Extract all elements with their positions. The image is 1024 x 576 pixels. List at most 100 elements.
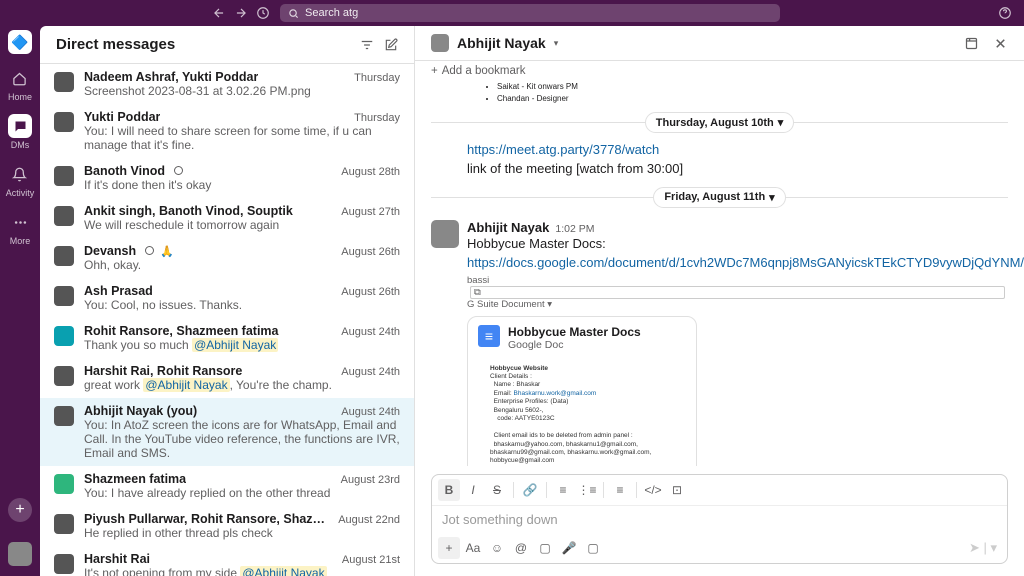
date-divider[interactable]: Thursday, August 10th▾ <box>645 112 795 133</box>
dm-date: August 22nd <box>338 514 400 526</box>
more-icon <box>13 215 28 230</box>
chevron-down-icon[interactable]: ▾ <box>554 38 559 49</box>
dm-name: Nadeem Ashraf, Yukti Poddar <box>84 70 258 84</box>
dm-preview: Ohh, okay. <box>84 258 400 272</box>
dm-date: August 26th <box>341 246 400 258</box>
home-icon <box>12 71 27 86</box>
dm-date: Thursday <box>354 112 400 124</box>
quote-button[interactable]: ≡ <box>609 479 631 501</box>
dm-date: August 27th <box>341 206 400 218</box>
doc-attachment[interactable]: ≡ Hobbycue Master Docs Google Doc Hobbyc… <box>467 316 697 466</box>
dm-item[interactable]: Yukti PoddarThursdayYou: I will need to … <box>40 104 414 158</box>
message-composer[interactable]: B I S 🔗 ≡ ⋮≡ ≡ </> ⊡ Jot something down <box>431 474 1008 564</box>
dm-avatar <box>54 286 74 306</box>
dm-preview: It's not opening from my side @Abhijit N… <box>84 566 400 576</box>
rail-dms[interactable]: DMs <box>8 114 32 150</box>
ol-button[interactable]: ≡ <box>552 479 574 501</box>
dm-name: Harshit Rai <box>84 552 150 566</box>
date-divider[interactable]: Friday, August 11th▾ <box>653 187 785 208</box>
format-button[interactable]: Aa <box>462 537 484 559</box>
ul-button[interactable]: ⋮≡ <box>576 479 598 501</box>
emoji-button[interactable]: ☺ <box>486 537 508 559</box>
dm-avatar <box>54 206 74 226</box>
message-avatar <box>431 220 459 248</box>
conversation-name[interactable]: Abhijit Nayak <box>457 35 546 51</box>
dm-item[interactable]: Ankit singh, Banoth Vinod, Souptik August… <box>40 198 414 238</box>
dm-preview: He replied in other thread pls check <box>84 526 400 540</box>
dm-item[interactable]: Devansh🙏August 26thOhh, okay. <box>40 238 414 278</box>
attach-button[interactable]: + <box>438 537 460 559</box>
dm-date: August 24th <box>341 366 400 378</box>
message-text: Hobbycue Master Docs: https://docs.googl… <box>467 235 1008 273</box>
filter-icon[interactable] <box>360 38 374 52</box>
dm-name: Ankit singh, Banoth Vinod, Souptik <box>84 204 293 218</box>
dm-avatar <box>54 246 74 266</box>
dm-avatar <box>54 406 74 426</box>
user-avatar[interactable] <box>8 542 32 566</box>
dm-item[interactable]: Nadeem Ashraf, Yukti Poddar ThursdayScree… <box>40 64 414 104</box>
video-button[interactable]: ▢ <box>534 537 556 559</box>
dm-avatar <box>54 166 74 186</box>
dm-date: August 24th <box>341 326 400 338</box>
dm-name: Devansh <box>84 244 136 258</box>
codeblock-button[interactable]: ⊡ <box>666 479 688 501</box>
status-dot <box>145 246 154 255</box>
dm-avatar <box>54 366 74 386</box>
dm-name: Harshit Rai, Rohit Ransore <box>84 364 242 378</box>
italic-button[interactable]: I <box>462 479 484 501</box>
dm-name: Rohit Ransore, Shazmeen fatima <box>84 324 279 338</box>
dm-item[interactable]: Rohit Ransore, Shazmeen fatima August 24t… <box>40 318 414 358</box>
dm-name: Banoth Vinod <box>84 164 165 178</box>
mention-button[interactable]: @ <box>510 537 532 559</box>
dm-item[interactable]: Harshit Rai, Rohit Ransore August 24thgre… <box>40 358 414 398</box>
history-icon[interactable] <box>256 6 270 20</box>
dm-date: Thursday <box>354 72 400 84</box>
new-window-icon[interactable] <box>964 36 979 51</box>
message-author[interactable]: Abhijit Nayak <box>467 220 549 235</box>
nav-forward-icon[interactable] <box>234 6 248 20</box>
close-icon[interactable] <box>993 36 1008 51</box>
sidebar-title: Direct messages <box>56 36 360 53</box>
shortcut-button[interactable]: ▢ <box>582 537 604 559</box>
strike-button[interactable]: S <box>486 479 508 501</box>
add-bookmark[interactable]: +Add a bookmark <box>415 61 1024 81</box>
search-icon <box>288 8 299 19</box>
audio-button[interactable]: 🎤 <box>558 537 580 559</box>
rail-add-button[interactable]: + <box>8 498 32 522</box>
link-button[interactable]: 🔗 <box>519 479 541 501</box>
nav-back-icon[interactable] <box>212 6 226 20</box>
dm-preview: You: I have already replied on the other… <box>84 486 400 500</box>
dm-avatar <box>54 112 74 132</box>
dm-item[interactable]: Ash PrasadAugust 26thYou: Cool, no issue… <box>40 278 414 318</box>
search-input[interactable]: Search atg <box>280 4 780 22</box>
dm-item[interactable]: Shazmeen fatimaAugust 23rdYou: I have al… <box>40 466 414 506</box>
dm-avatar <box>54 514 74 534</box>
dm-date: August 21st <box>342 554 400 566</box>
send-button[interactable]: ➤ | ▾ <box>965 540 1001 556</box>
workspace-logo[interactable]: 🔷 <box>8 30 32 54</box>
activity-icon <box>12 167 27 182</box>
dm-date: August 28th <box>341 166 400 178</box>
code-button[interactable]: </> <box>642 479 664 501</box>
dm-preview: Screenshot 2023-08-31 at 3.02.26 PM.png <box>84 84 400 98</box>
help-icon[interactable] <box>998 6 1012 20</box>
app-badge: bassi⧉G Suite Document ▾ <box>467 275 1008 310</box>
dm-item[interactable]: Banoth VinodAugust 28thIf it's done then… <box>40 158 414 198</box>
dm-date: August 24th <box>341 406 400 418</box>
bold-button[interactable]: B <box>438 479 460 501</box>
dm-item[interactable]: Abhijit Nayak (you) August 24thYou: In At… <box>40 398 414 466</box>
rail-home[interactable]: Home <box>8 66 32 102</box>
dm-name: Piyush Pullarwar, Rohit Ransore, Shazmee… <box>84 512 332 526</box>
dm-item[interactable]: Piyush Pullarwar, Rohit Ransore, Shazmee… <box>40 506 414 546</box>
scrollback-content: Saikat - Kit onwars PM Chandan - Designe… <box>467 81 1008 104</box>
composer-input[interactable]: Jot something down <box>432 506 1007 533</box>
dm-avatar <box>54 474 74 494</box>
compose-icon[interactable] <box>384 38 398 52</box>
rail-activity[interactable]: Activity <box>6 162 35 198</box>
rail-more[interactable]: More <box>8 210 32 246</box>
dm-preview: You: In AtoZ screen the icons are for Wh… <box>84 418 400 460</box>
dm-item[interactable]: Harshit Rai August 21stIt's not opening f… <box>40 546 414 576</box>
dm-preview: great work @Abhijit Nayak, You're the ch… <box>84 378 400 392</box>
dm-name: Abhijit Nayak (you) <box>84 404 197 418</box>
dm-preview: You: Cool, no issues. Thanks. <box>84 298 400 312</box>
